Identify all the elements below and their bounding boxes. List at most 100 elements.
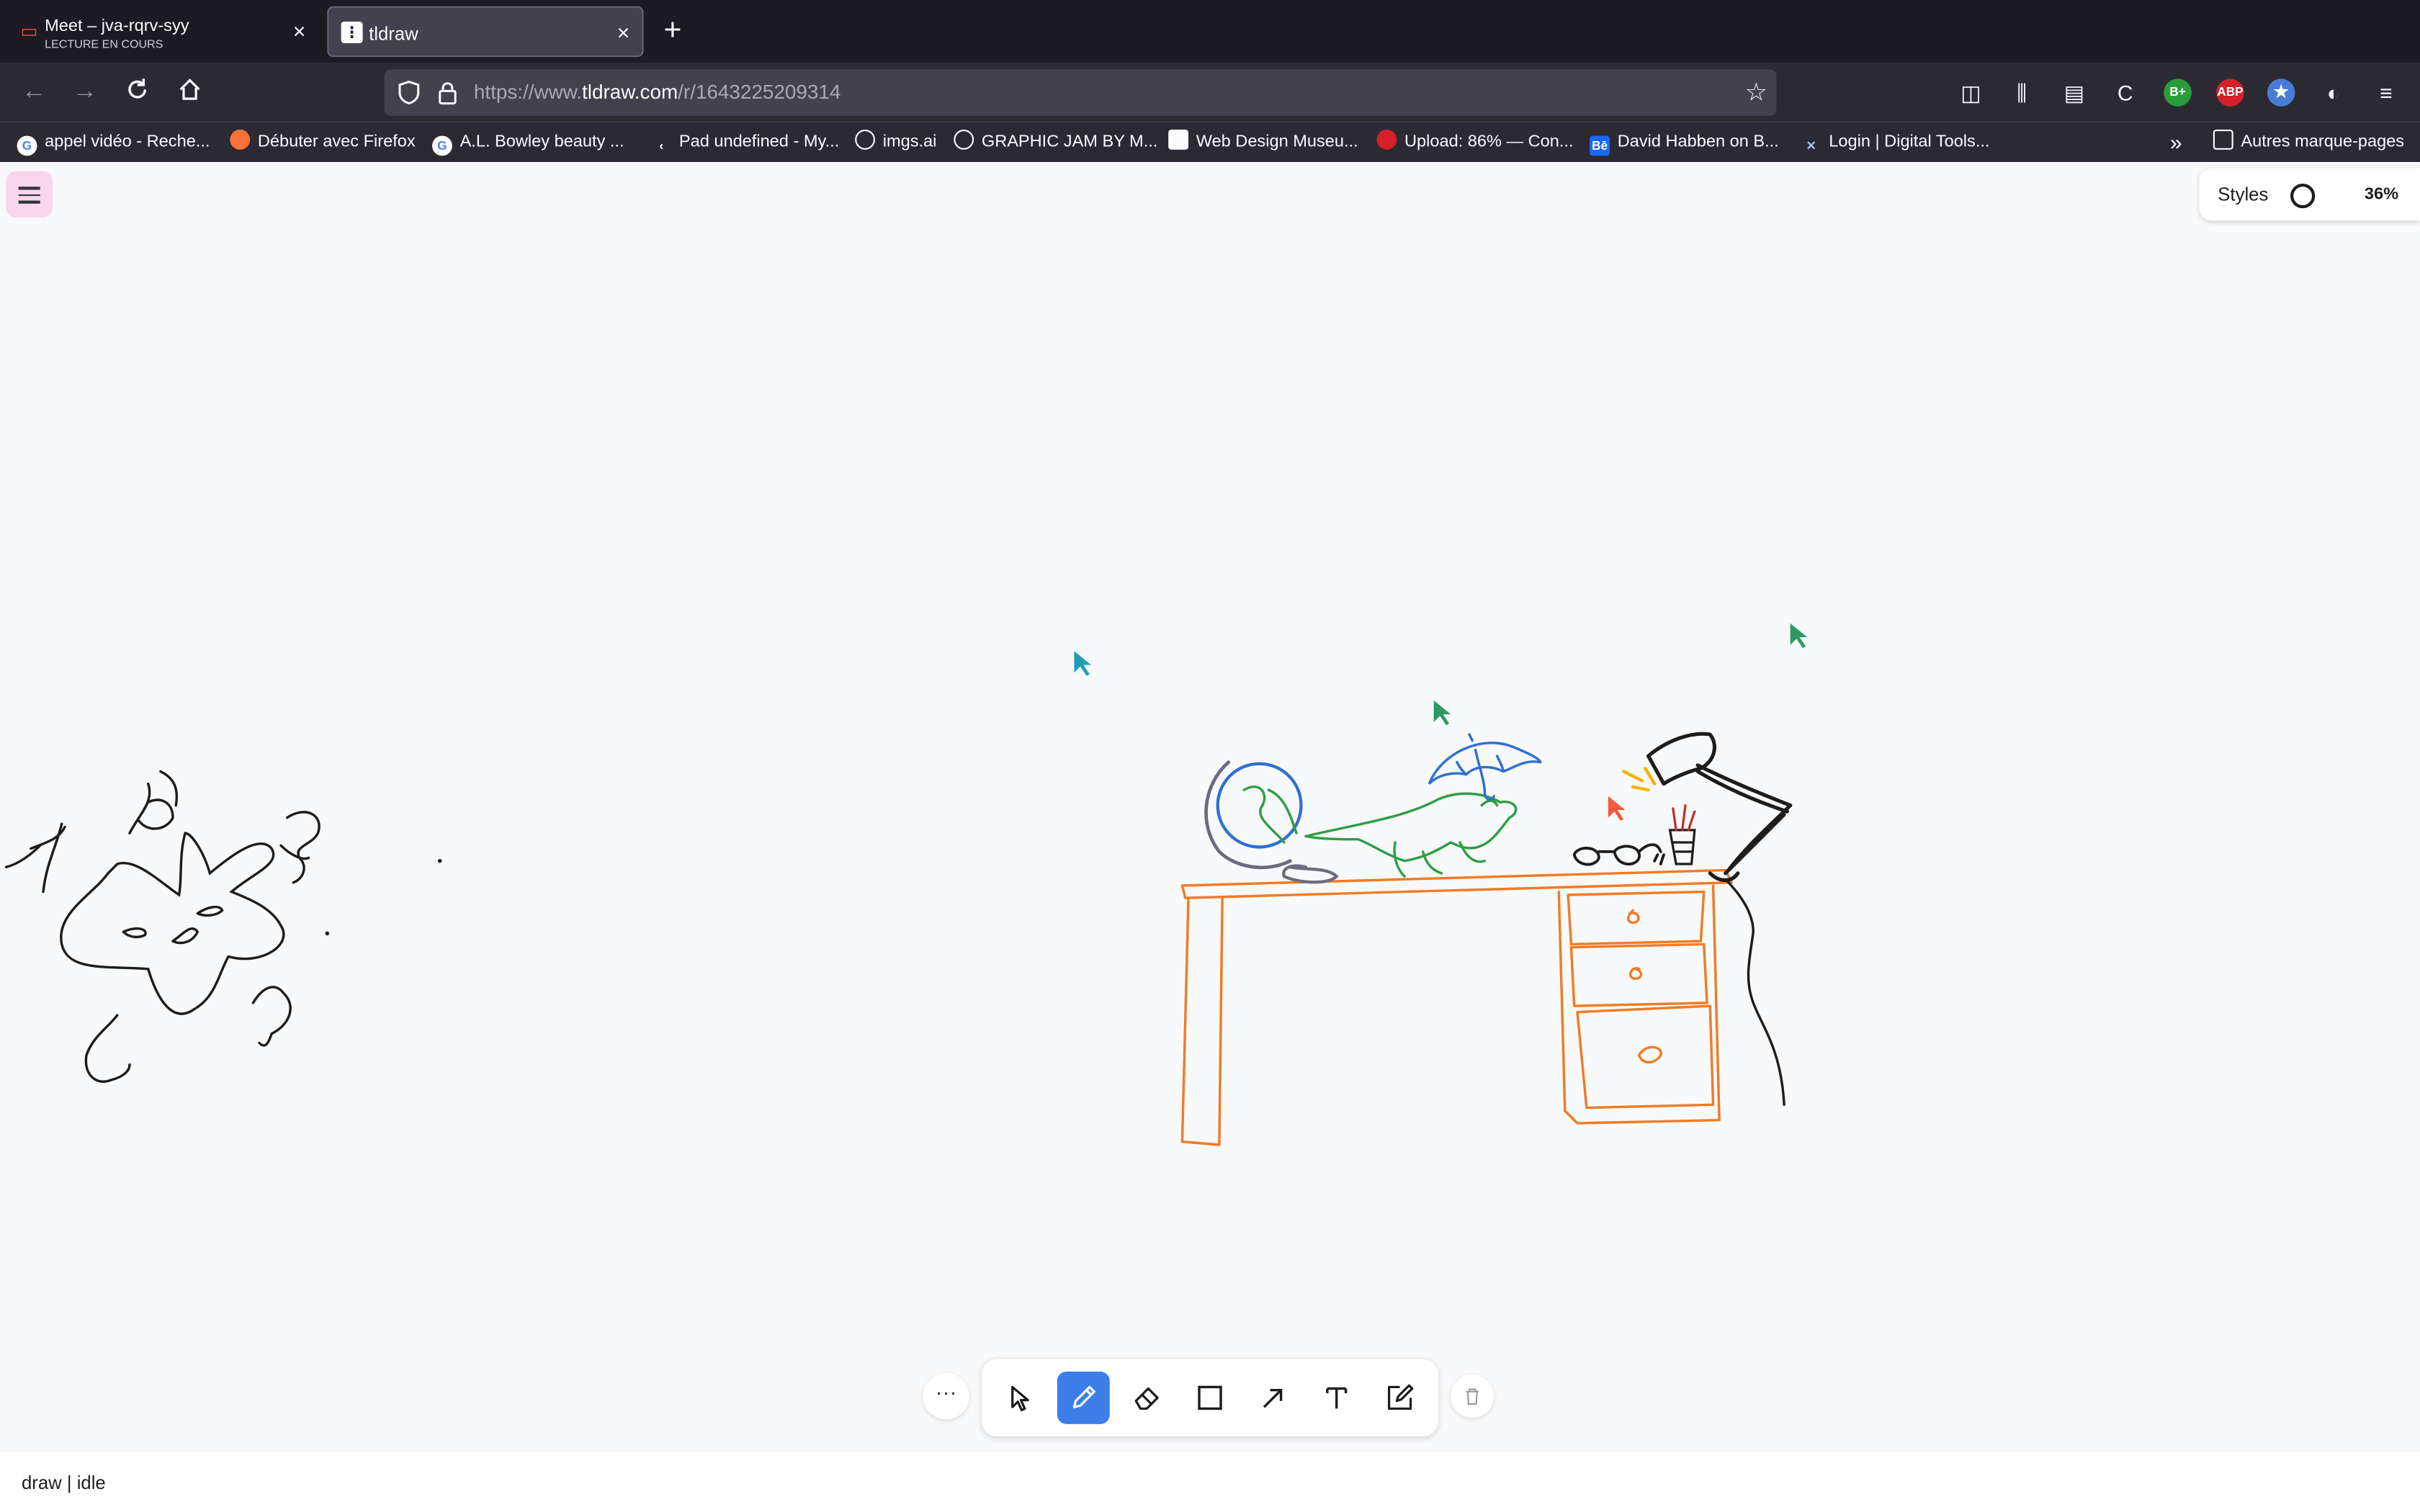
back-button[interactable]: ← xyxy=(19,77,50,108)
url-text[interactable]: https://www.tldraw.com/r/1643225209314 xyxy=(474,80,841,103)
reload-button[interactable] xyxy=(122,77,153,108)
style-color-indicator[interactable] xyxy=(2290,183,2316,209)
sidebar-icon[interactable]: ▤ xyxy=(2059,77,2090,108)
tldraw-icon: ⁝ xyxy=(341,22,363,43)
tab-tldraw[interactable]: ⁝ tldraw × xyxy=(327,6,644,58)
folder-icon xyxy=(2213,130,2233,150)
tldraw-canvas[interactable]: Styles 36% ··· draw | idle xyxy=(0,162,2420,1512)
close-tab-icon[interactable]: × xyxy=(617,20,630,45)
bookmark-item[interactable]: imgs.ai xyxy=(855,130,936,154)
hamburger-menu-icon[interactable]: ≡ xyxy=(2370,77,2401,108)
lamp-drawing[interactable] xyxy=(1646,732,1793,1106)
home-icon xyxy=(179,78,200,100)
trash-icon xyxy=(1466,1388,1479,1405)
forward-button[interactable]: → xyxy=(69,77,100,108)
rectangle-tool-button[interactable] xyxy=(1184,1372,1237,1424)
arrow-tool-button[interactable] xyxy=(1247,1372,1299,1424)
c-extension-icon[interactable]: C xyxy=(2110,77,2141,108)
pencil-icon xyxy=(1072,1385,1095,1408)
more-bookmarks-icon[interactable]: » xyxy=(2170,130,2182,154)
tab-title: Meet – jva-rqrv-syy xyxy=(45,17,189,36)
desk-drawing[interactable] xyxy=(1180,868,1733,1146)
status-text: draw | idle xyxy=(22,1472,106,1494)
status-bar: draw | idle xyxy=(0,1452,2420,1512)
globe-icon xyxy=(855,130,875,150)
tab-strip: ▭ Meet – jva-rqrv-syy LECTURE EN COURS ×… xyxy=(0,0,2420,63)
bookmark-item[interactable]: Bē David Habben on B... xyxy=(1590,130,1779,156)
eraser-tool-button[interactable] xyxy=(1121,1372,1173,1424)
upload-icon xyxy=(1376,130,1397,150)
more-tools-button[interactable]: ··· xyxy=(923,1373,969,1420)
close-tab-icon[interactable]: × xyxy=(293,19,306,43)
styles-button[interactable]: Styles xyxy=(2218,184,2268,205)
text-tool-button[interactable] xyxy=(1310,1372,1363,1424)
lock-icon[interactable] xyxy=(435,80,460,105)
menu-line xyxy=(18,186,40,189)
pencil-cup-drawing[interactable] xyxy=(1668,804,1696,865)
bookmark-item[interactable]: Gappel vidéo - Reche... xyxy=(17,130,210,156)
pad-icon: ‹ xyxy=(659,138,664,153)
bookmark-item[interactable]: GRAPHIC JAM BY M... xyxy=(954,130,1157,154)
bookmark-star-icon[interactable]: ☆ xyxy=(1745,77,1767,108)
tab-meet[interactable]: ▭ Meet – jva-rqrv-syy LECTURE EN COURS × xyxy=(6,6,318,58)
eraser-icon xyxy=(1134,1387,1159,1410)
collaborator-cursor xyxy=(1074,651,1091,676)
glasses-drawing[interactable] xyxy=(1572,843,1665,866)
main-menu-button[interactable] xyxy=(6,171,53,218)
behance-icon: Bē xyxy=(1590,135,1610,156)
tab-subtitle: LECTURE EN COURS xyxy=(45,37,163,51)
collaborator-cursor xyxy=(1790,623,1808,648)
google-icon: G xyxy=(17,135,37,156)
tab-title: tldraw xyxy=(369,23,418,45)
select-tool-button[interactable] xyxy=(994,1372,1047,1424)
navigation-bar: ← → https://www.tldraw.com/r/16432252093… xyxy=(0,63,2420,122)
bookmark-item[interactable]: G A.L. Bowley beauty ... xyxy=(432,130,624,156)
styles-panel: Styles 36% xyxy=(2199,168,2420,221)
dot-mark xyxy=(437,858,442,863)
adblock-extension[interactable]: ABP xyxy=(2216,78,2244,107)
globe-drawing[interactable] xyxy=(1204,760,1339,884)
umbrella-drawing[interactable] xyxy=(1428,733,1542,801)
delete-button[interactable] xyxy=(1451,1374,1494,1418)
shield-icon[interactable] xyxy=(397,80,421,105)
reload-icon xyxy=(128,78,147,99)
new-tab-button[interactable]: + xyxy=(663,15,681,46)
bookmarks-folder[interactable]: Autres marque-pages xyxy=(2213,130,2404,154)
cursor-icon xyxy=(1011,1385,1029,1412)
sticky-note-icon xyxy=(1387,1384,1414,1410)
menu-line xyxy=(18,193,40,197)
bookmark-item[interactable]: Upload: 86% — Con... xyxy=(1376,130,1574,154)
bookmarks-bar: Gappel vidéo - Reche... Débuter avec Fir… xyxy=(0,122,2420,162)
sticky-tool-button[interactable] xyxy=(1373,1372,1426,1424)
star-extension-icon[interactable]: ★ xyxy=(2267,78,2295,107)
meet-icon: ▭ xyxy=(20,19,38,42)
bookmark-item[interactable]: Débuter avec Firefox xyxy=(230,130,416,154)
lamp-light-rays xyxy=(1622,766,1657,792)
puzzle-icon[interactable]: ◐ xyxy=(2318,77,2349,108)
dot-mark xyxy=(325,931,330,936)
bookmark-item[interactable]: ‹ Pad undefined - My... xyxy=(651,130,839,154)
google-icon: G xyxy=(432,135,452,156)
bookmark-item[interactable]: Web Design Museu... xyxy=(1168,130,1358,154)
url-bar[interactable]: https://www.tldraw.com/r/1643225209314 ☆ xyxy=(384,69,1777,116)
collaborator-cursor xyxy=(1433,700,1451,726)
bookmark-item[interactable]: ✕ Login | Digital Tools... xyxy=(1801,130,1989,154)
collaborator-cursor xyxy=(1608,796,1626,821)
doodle-creature[interactable] xyxy=(4,770,321,1083)
draw-tool-button[interactable] xyxy=(1057,1372,1110,1424)
library-icon[interactable]: ⫼ xyxy=(2007,77,2038,108)
firefox-icon xyxy=(230,130,251,150)
home-button[interactable] xyxy=(174,77,205,108)
arrow-icon xyxy=(1263,1388,1283,1408)
b-plus-extension[interactable]: B+ xyxy=(2164,78,2192,107)
text-icon xyxy=(1326,1387,1348,1409)
digital-tools-icon: ✕ xyxy=(1806,138,1816,153)
tool-bar xyxy=(981,1359,1439,1436)
rectangle-icon xyxy=(1198,1385,1222,1410)
zoom-level[interactable]: 36% xyxy=(2365,185,2398,204)
dinosaur-drawing[interactable] xyxy=(1304,792,1518,878)
pocket-icon[interactable]: ◫ xyxy=(1955,77,1986,108)
menu-line xyxy=(18,200,40,203)
globe-icon xyxy=(954,130,974,150)
museum-icon xyxy=(1168,130,1188,150)
